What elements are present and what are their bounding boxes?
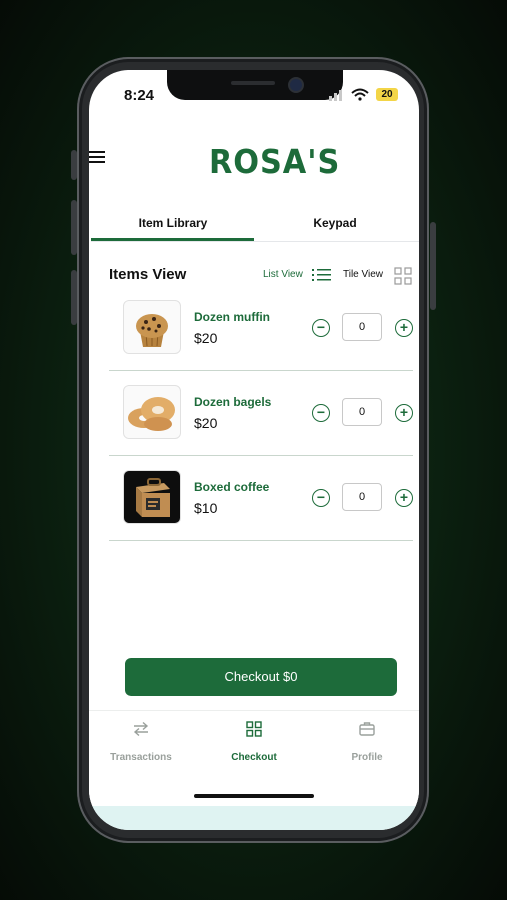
speaker — [231, 81, 275, 85]
quantity-field[interactable]: 0 — [342, 313, 382, 341]
quantity-field[interactable]: 0 — [342, 398, 382, 426]
quantity-field[interactable]: 0 — [342, 483, 382, 511]
items-view-title: Items View — [109, 266, 187, 283]
bottom-strip — [89, 806, 419, 830]
briefcase-icon — [359, 722, 375, 736]
tab-divider — [91, 241, 419, 242]
item-name: Boxed coffee — [194, 480, 270, 494]
item-name: Dozen bagels — [194, 395, 272, 409]
decrement-button[interactable]: − — [312, 319, 330, 337]
list-view-toggle[interactable]: List View — [263, 269, 303, 280]
battery-icon: 20 — [376, 88, 398, 101]
tab-keypad[interactable]: Keypad — [285, 216, 385, 230]
increment-button[interactable]: + — [395, 489, 413, 507]
app-screen: 8:24 20 ROSA'S Item Library Keypad Items… — [89, 70, 419, 830]
power-button — [430, 222, 436, 310]
front-camera — [288, 77, 304, 93]
decrement-button[interactable]: − — [312, 489, 330, 507]
signal-icon — [329, 90, 342, 101]
decrement-button[interactable]: − — [312, 404, 330, 422]
list-item: Dozen muffin $20 − 0 + — [109, 286, 413, 371]
bagels-image — [123, 385, 181, 439]
active-tab-indicator — [91, 238, 254, 241]
tile-view-icon[interactable] — [394, 267, 412, 285]
nav-label: Checkout — [231, 752, 277, 763]
transfer-arrows-icon — [133, 721, 149, 737]
notch — [167, 70, 343, 100]
brand-logo: ROSA'S — [209, 142, 341, 181]
nav-profile[interactable]: Profile — [317, 721, 417, 763]
list-item: Dozen bagels $20 − 0 + — [109, 371, 413, 456]
nav-checkout[interactable]: Checkout — [204, 721, 304, 763]
item-price: $10 — [194, 500, 218, 516]
volume-up-button — [71, 200, 77, 255]
increment-button[interactable]: + — [395, 319, 413, 337]
tab-item-library[interactable]: Item Library — [119, 216, 227, 230]
bottom-nav: Transactions Checkout Profile — [89, 710, 419, 807]
list-item: Boxed coffee $10 − 0 + — [109, 456, 413, 541]
nav-transactions[interactable]: Transactions — [91, 721, 191, 763]
mute-switch — [71, 150, 77, 180]
hamburger-menu-icon[interactable] — [89, 150, 105, 164]
wifi-icon — [351, 88, 369, 101]
bagels-icon — [128, 397, 175, 431]
grid-icon — [246, 721, 262, 737]
item-name: Dozen muffin — [194, 310, 270, 324]
coffee-box-image — [123, 470, 181, 524]
tile-view-toggle[interactable]: Tile View — [343, 269, 383, 280]
item-price: $20 — [194, 330, 218, 346]
nav-label: Transactions — [110, 752, 172, 763]
item-price: $20 — [194, 415, 218, 431]
list-view-icon[interactable] — [312, 267, 332, 283]
coffee-box-icon — [136, 478, 170, 517]
volume-down-button — [71, 270, 77, 325]
checkout-button[interactable]: Checkout $0 — [125, 658, 397, 696]
increment-button[interactable]: + — [395, 404, 413, 422]
nav-label: Profile — [351, 752, 383, 763]
muffin-image — [123, 300, 181, 354]
home-indicator — [194, 794, 314, 798]
status-time: 8:24 — [124, 87, 155, 104]
muffin-icon — [136, 314, 168, 347]
